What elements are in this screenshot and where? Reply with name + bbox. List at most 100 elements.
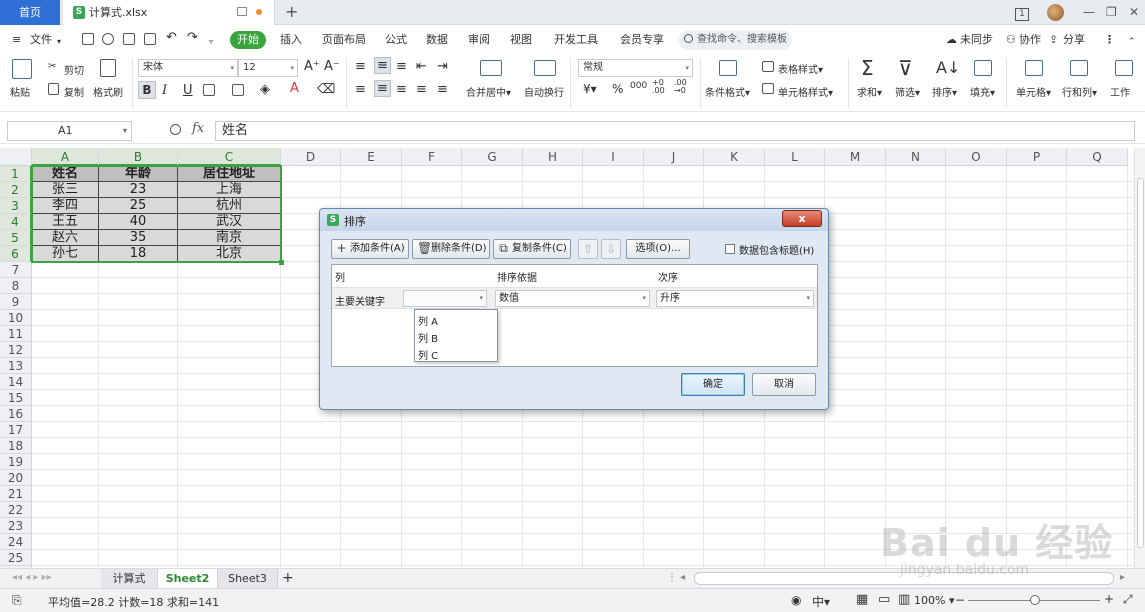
normal-view-icon[interactable]: ▦ <box>856 592 868 607</box>
zoom-in-icon[interactable]: + <box>1104 592 1114 606</box>
row-header-24[interactable]: 24 <box>0 534 32 550</box>
tab-membership[interactable]: 会员专享 <box>620 32 664 48</box>
row-header-17[interactable]: 17 <box>0 422 32 438</box>
home-tab[interactable]: 首页 <box>0 0 60 25</box>
more-icon[interactable]: ⋮ <box>1104 32 1115 48</box>
font-name-select[interactable]: 宋体 ▾ <box>138 59 238 77</box>
command-search[interactable]: 查找命令、搜索模板 <box>679 30 792 50</box>
input-method-icon[interactable]: 中▾ <box>812 593 830 610</box>
sheet-nav-icons[interactable]: ◂◂ ◂ ▸ ▸▸ <box>12 572 52 583</box>
copy-condition-button[interactable]: ⧉ 复制条件(C) <box>493 239 571 259</box>
maximize-button[interactable]: ❐ <box>1106 0 1117 25</box>
customize-toolbar-icon[interactable]: ▿ <box>209 34 213 50</box>
row-header-1[interactable]: 1 <box>0 166 32 182</box>
column-key-select[interactable]: ▾ <box>403 290 487 307</box>
column-header-j[interactable]: J <box>644 148 704 166</box>
indent-decrease-icon[interactable]: ⇤ <box>416 59 427 74</box>
row-header-4[interactable]: 4 <box>0 214 32 230</box>
file-tab[interactable]: S 计算式.xlsx <box>63 0 275 25</box>
close-icon[interactable]: x <box>782 210 822 227</box>
share-button[interactable]: 分享 <box>1063 32 1085 48</box>
increase-font-icon[interactable]: A⁺ <box>304 59 320 74</box>
font-size-select[interactable]: 12 ▾ <box>238 59 298 77</box>
column-header-g[interactable]: G <box>462 148 523 166</box>
column-header-p[interactable]: P <box>1007 148 1067 166</box>
row-header-6[interactable]: 6 <box>0 246 32 262</box>
page-break-view-icon[interactable]: ▥ <box>898 592 910 607</box>
fill-color-icon[interactable]: ◈ <box>260 82 270 97</box>
add-condition-button[interactable]: + 添加条件(A) <box>331 239 409 259</box>
export-icon[interactable] <box>102 33 114 45</box>
eye-protect-icon[interactable]: ◉ <box>791 593 801 607</box>
worksheet-icon[interactable] <box>1115 60 1133 76</box>
justify-icon[interactable]: ≡ <box>416 82 427 97</box>
decrease-font-icon[interactable]: A⁻ <box>324 59 340 74</box>
column-header-k[interactable]: K <box>704 148 765 166</box>
thousands-icon[interactable]: 000 <box>630 81 647 91</box>
cancel-button[interactable]: 取消 <box>752 373 816 396</box>
bold-icon[interactable]: B <box>138 81 156 99</box>
dropdown-option-col-a[interactable]: 列 A <box>418 313 438 328</box>
row-header-3[interactable]: 3 <box>0 198 32 214</box>
move-down-button[interactable]: ⇩ <box>601 239 621 259</box>
tab-data[interactable]: 数据 <box>426 32 448 48</box>
cell-icon[interactable] <box>1025 60 1043 76</box>
tab-formulas[interactable]: 公式 <box>385 32 407 48</box>
tab-start[interactable]: 开始 <box>230 31 266 49</box>
delete-condition-button[interactable]: 🗑 删除条件(D) <box>412 239 490 259</box>
row-header-20[interactable]: 20 <box>0 470 32 486</box>
fill-handle[interactable] <box>279 260 284 265</box>
italic-icon[interactable]: I <box>162 83 167 98</box>
align-center-icon[interactable]: ≡ <box>374 80 391 97</box>
print-preview-icon[interactable] <box>144 33 156 45</box>
row-header-2[interactable]: 2 <box>0 182 32 198</box>
name-box[interactable]: A1 ▾ <box>7 121 132 141</box>
paste-icon[interactable] <box>12 59 32 79</box>
scroll-right-icon[interactable]: ▸ <box>1120 572 1125 583</box>
tab-view[interactable]: 视图 <box>510 32 532 48</box>
row-header-15[interactable]: 15 <box>0 390 32 406</box>
ok-button[interactable]: 确定 <box>681 373 745 396</box>
move-up-button[interactable]: ⇧ <box>578 239 598 259</box>
sort-button[interactable]: 排序▾ <box>932 84 957 99</box>
column-header-o[interactable]: O <box>946 148 1007 166</box>
column-header-a[interactable]: A <box>32 148 99 166</box>
vertical-scrollbar[interactable] <box>1134 148 1145 568</box>
sort-icon[interactable]: A↓ <box>936 58 960 77</box>
filter-button[interactable]: 筛选▾ <box>895 84 920 99</box>
avatar[interactable] <box>1047 0 1064 25</box>
row-header-10[interactable]: 10 <box>0 310 32 326</box>
row-header-14[interactable]: 14 <box>0 374 32 390</box>
underline-icon[interactable]: U <box>183 83 193 98</box>
new-tab-button[interactable]: + <box>285 3 298 21</box>
column-header-d[interactable]: D <box>281 148 341 166</box>
percent-icon[interactable]: % <box>612 82 623 96</box>
increase-decimal-icon[interactable]: +0.00 <box>652 79 665 95</box>
row-header-19[interactable]: 19 <box>0 454 32 470</box>
row-header-21[interactable]: 21 <box>0 486 32 502</box>
dropdown-option-col-b[interactable]: 列 B <box>418 330 438 345</box>
dropdown-option-col-c[interactable]: 列 C <box>418 347 438 362</box>
row-col-icon[interactable] <box>1070 60 1088 76</box>
collapse-ribbon-icon[interactable]: ⌃ <box>1128 34 1136 50</box>
row-header-5[interactable]: 5 <box>0 230 32 246</box>
align-left-icon[interactable]: ≡ <box>355 82 366 97</box>
window-badge[interactable]: 1 <box>1013 0 1031 25</box>
row-col-button[interactable]: 行和列▾ <box>1062 84 1097 99</box>
zoom-formula-icon[interactable] <box>170 124 181 135</box>
tab-developer[interactable]: 开发工具 <box>554 32 598 48</box>
sheet-tab-calc[interactable]: 计算式 <box>101 569 158 589</box>
zoom-level[interactable]: 100% ▾ <box>914 594 954 607</box>
scroll-left-icon[interactable]: ⋮ ◂ <box>667 572 685 583</box>
row-header-8[interactable]: 8 <box>0 278 32 294</box>
sheet-tab-sheet3[interactable]: Sheet3 <box>218 569 278 589</box>
options-button[interactable]: 选项(O)... <box>626 239 690 259</box>
currency-icon[interactable]: ¥▾ <box>583 82 597 96</box>
row-header-7[interactable]: 7 <box>0 262 32 278</box>
print-icon[interactable] <box>123 33 135 45</box>
border-icon[interactable] <box>203 84 215 96</box>
cell-style-button[interactable]: 单元格样式▾ <box>778 84 833 99</box>
monitor-icon[interactable] <box>237 7 247 16</box>
fill-button[interactable]: 填充▾ <box>970 84 995 99</box>
fullscreen-icon[interactable]: ⤢ <box>1123 592 1133 607</box>
